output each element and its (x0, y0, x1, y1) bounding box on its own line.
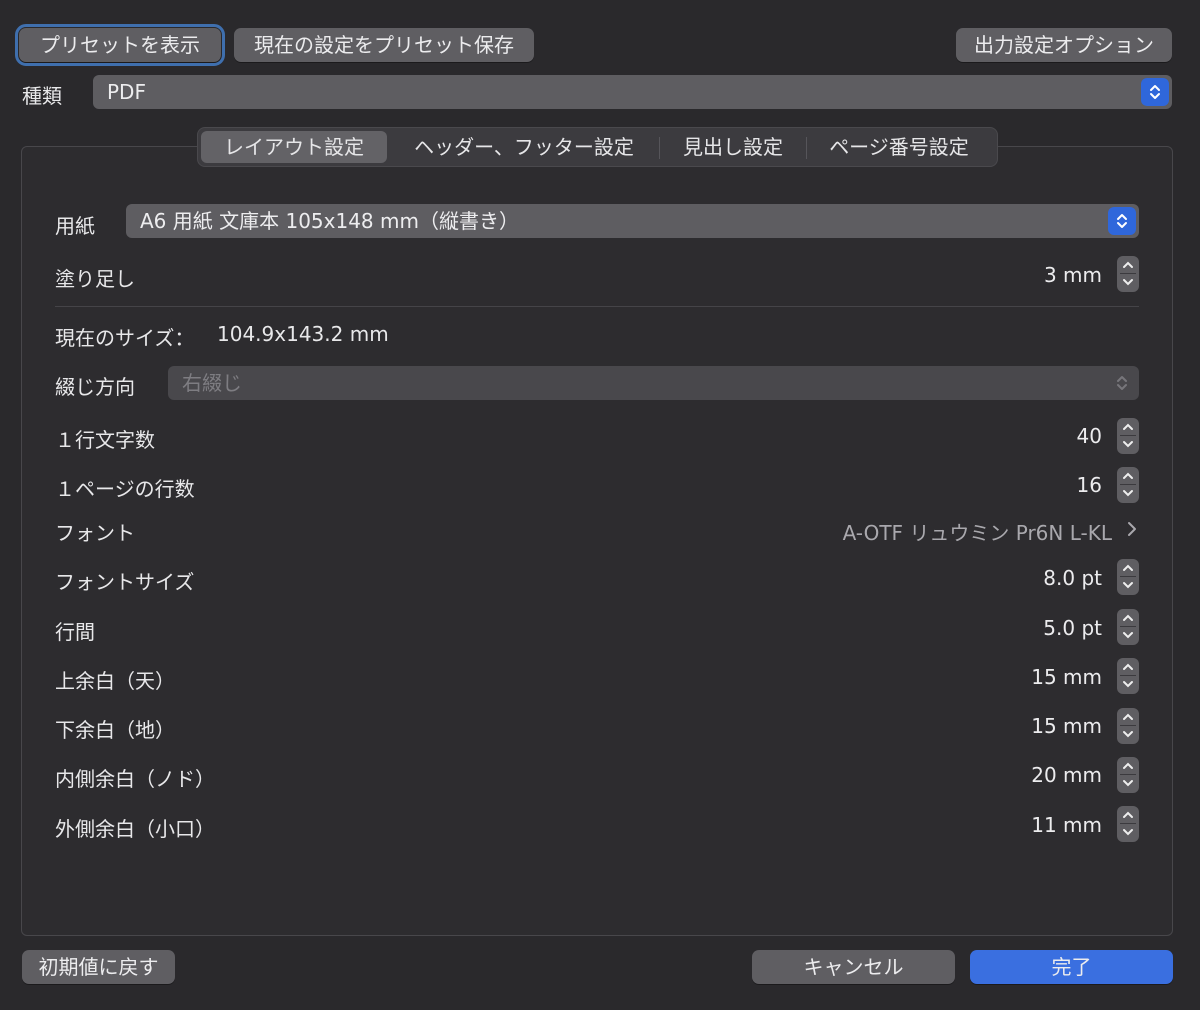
popup-arrows-icon (1108, 207, 1136, 235)
bleed-value[interactable]: 3 mm (1044, 263, 1102, 287)
margin-top-stepper[interactable] (1117, 658, 1139, 694)
margin-outer-label: 外側余白（小口） (55, 817, 215, 841)
tab-bar: レイアウト設定 ヘッダー、フッター設定 見出し設定 ページ番号設定 (197, 127, 998, 167)
margin-outer-stepper[interactable] (1117, 806, 1139, 842)
current-size-value: 104.9x143.2 mm (217, 322, 389, 346)
margin-bottom-stepper[interactable] (1117, 708, 1139, 744)
paper-value: A6 用紙 文庫本 105x148 mm（縦書き） (140, 209, 519, 233)
margin-inner-label: 内側余白（ノド） (55, 767, 215, 791)
popup-arrows-icon (1108, 369, 1136, 397)
lines-per-page-value[interactable]: 16 (1077, 473, 1102, 497)
margin-inner-stepper[interactable] (1117, 757, 1139, 793)
current-size-label: 現在のサイズ： (55, 326, 195, 350)
binding-value: 右綴じ (182, 371, 242, 395)
bleed-label: 塗り足し (55, 267, 135, 291)
kind-select[interactable]: PDF (93, 75, 1172, 109)
margin-inner-value[interactable]: 20 mm (1031, 763, 1102, 787)
binding-select: 右綴じ (168, 366, 1139, 400)
chars-per-line-value[interactable]: 40 (1077, 424, 1102, 448)
chars-per-line-label: １行文字数 (55, 428, 155, 452)
font-size-label: フォントサイズ (55, 570, 195, 594)
chars-per-line-stepper[interactable] (1117, 418, 1139, 454)
lines-per-page-stepper[interactable] (1117, 467, 1139, 503)
tab-layout[interactable]: レイアウト設定 (201, 131, 387, 163)
tab-divider (659, 137, 660, 159)
margin-bottom-label: 下余白（地） (55, 718, 175, 742)
margin-bottom-value[interactable]: 15 mm (1031, 714, 1102, 738)
font-value[interactable]: A-OTF リュウミン Pr6N L-KL (843, 517, 1112, 546)
margin-top-value[interactable]: 15 mm (1031, 665, 1102, 689)
kind-label: 種類 (22, 84, 62, 108)
line-spacing-value[interactable]: 5.0 pt (1043, 616, 1102, 640)
tab-divider (806, 137, 807, 159)
font-label: フォント (55, 521, 135, 545)
paper-label: 用紙 (55, 214, 95, 238)
done-button[interactable]: 完了 (970, 950, 1173, 984)
save-preset-button[interactable]: 現在の設定をプリセット保存 (234, 28, 534, 62)
chevron-right-icon[interactable] (1126, 520, 1138, 542)
line-spacing-stepper[interactable] (1117, 609, 1139, 645)
paper-select[interactable]: A6 用紙 文庫本 105x148 mm（縦書き） (126, 204, 1139, 238)
binding-label: 綴じ方向 (55, 375, 135, 399)
tab-page-numbers[interactable]: ページ番号設定 (810, 131, 988, 163)
tab-headings[interactable]: 見出し設定 (664, 131, 802, 163)
margin-top-label: 上余白（天） (55, 669, 175, 693)
lines-per-page-label: １ページの行数 (55, 477, 195, 501)
bleed-stepper[interactable] (1117, 256, 1139, 292)
margin-outer-value[interactable]: 11 mm (1031, 813, 1102, 837)
font-size-value[interactable]: 8.0 pt (1043, 566, 1102, 590)
section-divider (55, 306, 1139, 307)
kind-value: PDF (107, 80, 146, 104)
line-spacing-label: 行間 (55, 620, 95, 644)
output-options-button[interactable]: 出力設定オプション (956, 28, 1172, 62)
font-size-stepper[interactable] (1117, 559, 1139, 595)
cancel-button[interactable]: キャンセル (752, 950, 955, 984)
popup-arrows-icon (1141, 78, 1169, 106)
reset-defaults-button[interactable]: 初期値に戻す (22, 950, 175, 984)
tab-header-footer[interactable]: ヘッダー、フッター設定 (394, 131, 654, 163)
show-presets-button[interactable]: プリセットを表示 (15, 24, 225, 66)
